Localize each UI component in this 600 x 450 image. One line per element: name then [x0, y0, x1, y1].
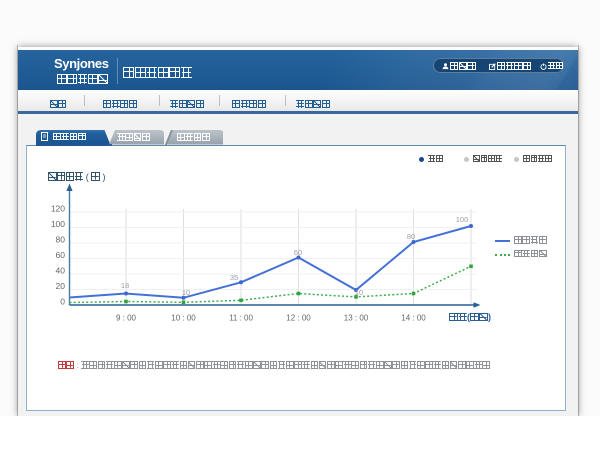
svg-text:14 : 00: 14 : 00: [401, 313, 426, 322]
svg-text:10: 10: [182, 288, 190, 297]
svg-text:13 : 00: 13 : 00: [344, 313, 369, 322]
svg-text:120: 120: [51, 203, 65, 213]
svg-text:0: 0: [60, 296, 65, 306]
svg-text:100: 100: [51, 219, 65, 229]
svg-text:35: 35: [230, 273, 238, 282]
svg-text:18: 18: [121, 281, 129, 290]
svg-text:10: 10: [355, 288, 363, 297]
svg-text:12 : 00: 12 : 00: [286, 313, 311, 322]
svg-text:100: 100: [456, 215, 469, 224]
svg-text:10 : 00: 10 : 00: [171, 313, 196, 322]
svg-text:60: 60: [56, 250, 66, 260]
svg-text:40: 40: [56, 265, 66, 275]
svg-text:11 : 00: 11 : 00: [229, 313, 253, 322]
svg-text:60: 60: [294, 248, 302, 257]
svg-text:80: 80: [56, 234, 66, 244]
svg-text:9 : 00: 9 : 00: [116, 313, 137, 322]
svg-text:20: 20: [56, 281, 66, 291]
svg-text:80: 80: [407, 232, 415, 241]
